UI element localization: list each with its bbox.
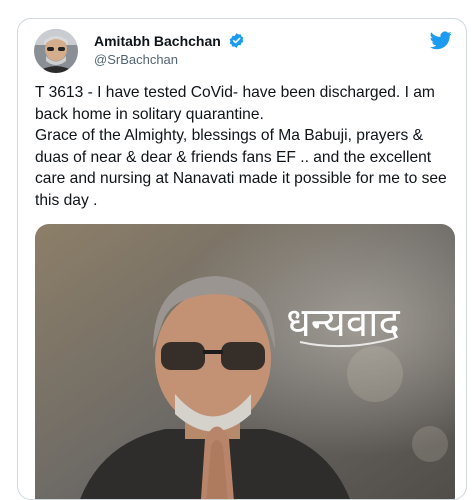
media-overlay-text: धन्यवाद — [286, 300, 400, 346]
author-handle[interactable]: @SrBachchan — [94, 52, 178, 67]
avatar[interactable] — [34, 29, 78, 73]
verified-badge-icon — [228, 32, 245, 52]
tweet-card[interactable]: Amitabh Bachchan @SrBachchan T 3613 - I … — [17, 18, 467, 500]
tweet-media-image[interactable]: धन्यवाद — [35, 224, 455, 499]
author-name[interactable]: Amitabh Bachchan — [94, 33, 221, 49]
tweet-text: T 3613 - I have tested CoVid- have been … — [35, 84, 447, 209]
author-name-row[interactable]: Amitabh Bachchan — [94, 32, 245, 52]
twitter-bird-icon[interactable] — [430, 31, 452, 55]
